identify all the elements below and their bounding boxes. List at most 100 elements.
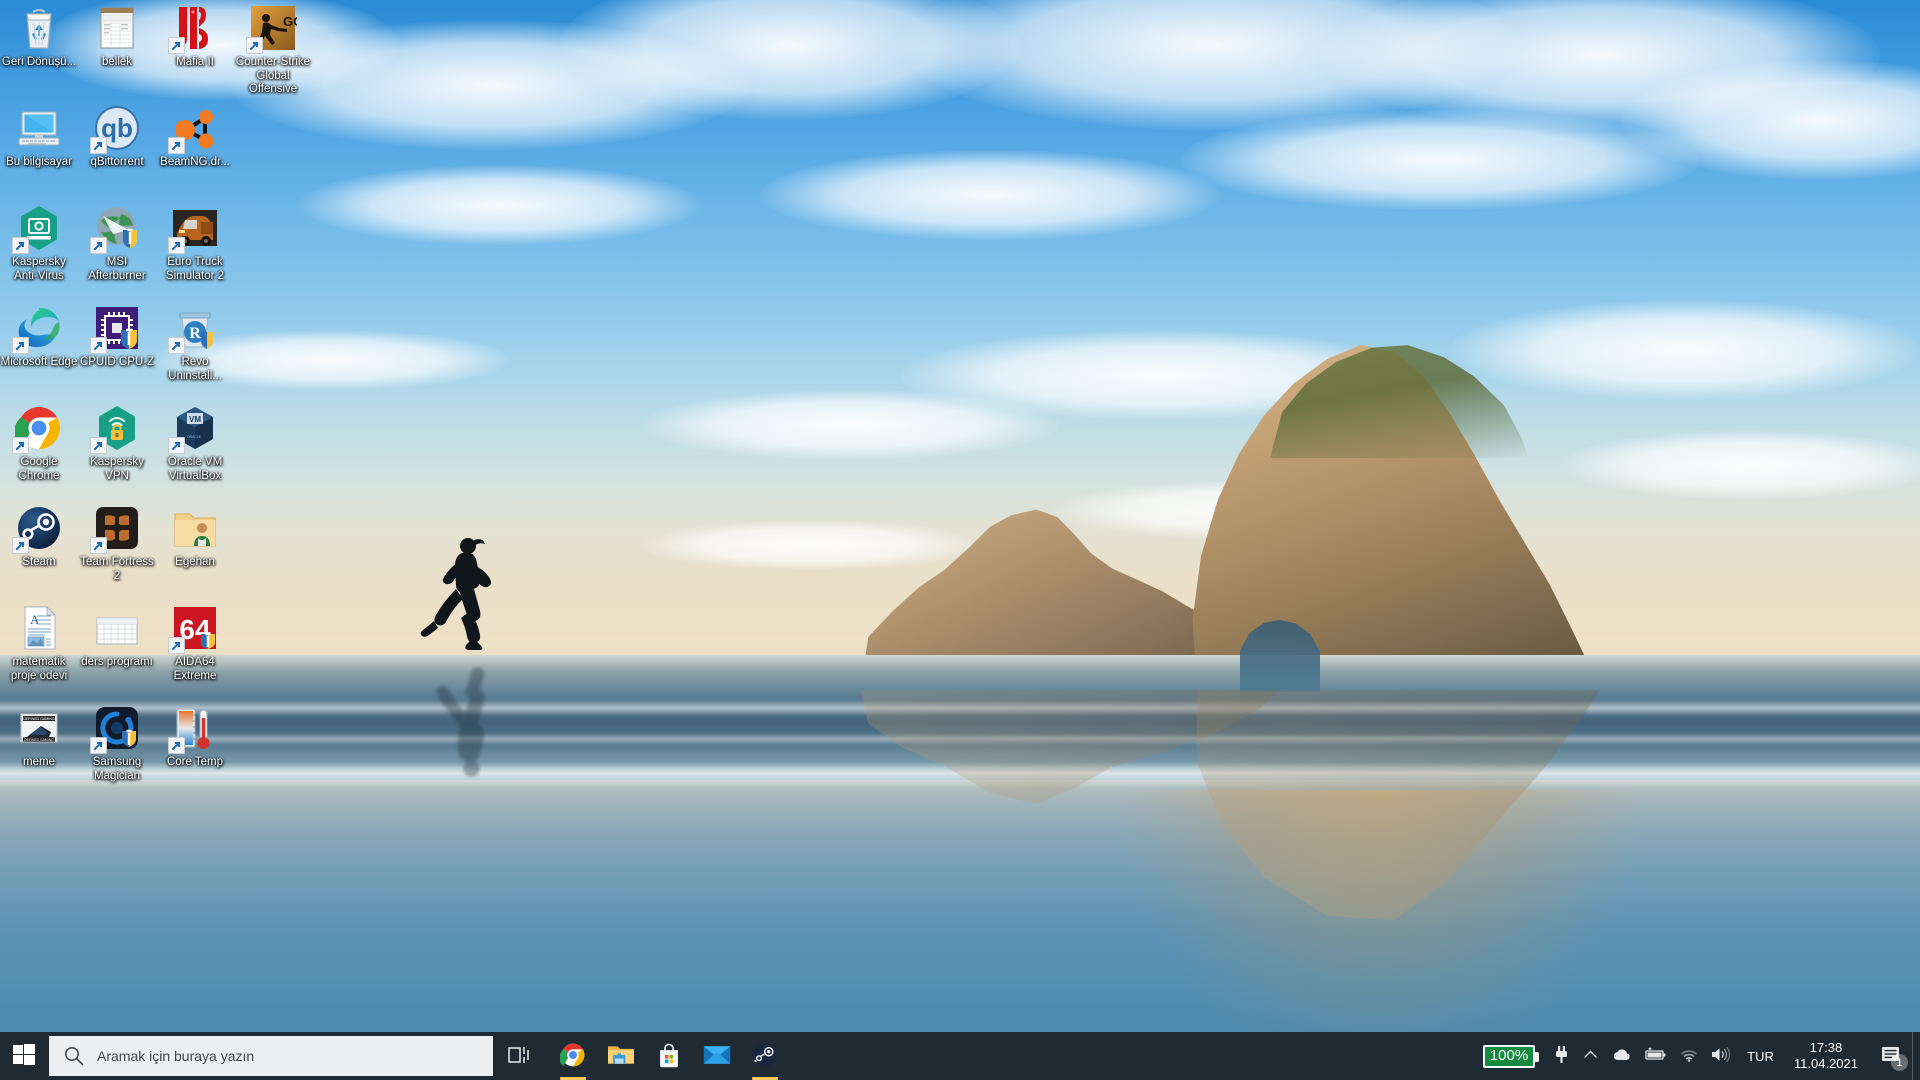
desktop-icon-label: Steam [22, 556, 56, 568]
core-temp-icon [168, 704, 219, 754]
task-view-button[interactable] [493, 1032, 545, 1080]
desktop-icon-aida64[interactable]: 64 AIDA64 Extreme [156, 604, 234, 683]
desktop-icon-ders-programi[interactable]: ders programı [78, 604, 156, 670]
desktop-icon-kaspersky-antivirus[interactable]: Kaspersky Anti-Virus [0, 204, 78, 283]
desktop-icon-label: Oracle VM VirtualBox [167, 456, 223, 482]
start-button[interactable] [0, 1032, 48, 1080]
desktop-icon-csgo[interactable]: GO Counter-Strike Global Offensive [234, 4, 312, 97]
beamng-drive-icon [168, 104, 219, 154]
desktop-icon-label: Egehan [175, 556, 215, 568]
taskbar-button-mail[interactable] [693, 1032, 741, 1080]
clock-date: 11.04.2021 [1793, 1056, 1858, 1071]
search-icon [63, 1045, 85, 1067]
desktop-icon-label: bellek [101, 56, 133, 68]
battery-percent-badge[interactable]: 100% [1477, 1032, 1547, 1080]
desktop-icon-team-fortress-2[interactable]: Team Fortress 2 [78, 504, 156, 583]
taskbar-button-file-explorer[interactable] [597, 1032, 645, 1080]
shortcut-overlay-icon [12, 437, 29, 454]
desktop-icon-egehan-folder[interactable]: Egehan [156, 504, 234, 570]
desktop-icon-msi-afterburner[interactable]: MSI Afterburner [78, 204, 156, 283]
tray-icon-wifi[interactable] [1673, 1032, 1704, 1080]
desktop-icon-matematik-proje-odevi[interactable]: A matematik proje ödevi [0, 604, 78, 683]
desktop-icon-virtualbox[interactable]: VM ORACLE Oracle VM VirtualBox [156, 404, 234, 483]
tray-icon-power-plug[interactable] [1547, 1032, 1576, 1080]
desktop-icon-meme[interactable]: DEFINED GAMING DEFINED GAMING meme [0, 704, 78, 770]
language-indicator[interactable]: TUR [1737, 1032, 1784, 1080]
taskbar[interactable]: Aramak için buraya yazın 100% TUR 17:38 … [0, 1032, 1920, 1080]
aida64-extreme-icon: 64 [168, 604, 219, 654]
desktop-icon-label: Samsung Magician [92, 756, 142, 782]
desktop-icon-samsung-magician[interactable]: Samsung Magician [78, 704, 156, 783]
show-desktop-button[interactable] [1912, 1032, 1920, 1080]
windows-logo-icon [13, 1043, 35, 1069]
svg-text:ORACLE: ORACLE [187, 435, 202, 439]
desktop-icon-beamng[interactable]: BeamNG.dr... [156, 104, 234, 170]
desktop-surface[interactable]: Geri Dönüşü... bellek Mafia II G Counter… [0, 0, 1920, 1080]
qbittorrent-icon: qb [90, 104, 141, 154]
desktop-icon-ets2[interactable]: Euro Truck Simulator 2 [156, 204, 234, 283]
shortcut-overlay-icon [168, 137, 185, 154]
desktop-icon-mafia-2[interactable]: Mafia II [156, 4, 234, 70]
spreadsheet-document-icon [93, 4, 141, 52]
table-document-icon [93, 604, 141, 652]
taskbar-button-microsoft-store[interactable] [645, 1032, 693, 1080]
volume-icon [1710, 1046, 1731, 1066]
desktop-icon-qbittorrent[interactable]: qb qBittorrent [78, 104, 156, 170]
chevron-up-icon [1582, 1046, 1599, 1066]
microsoft-edge-icon [12, 304, 63, 354]
desktop-icon-grid[interactable]: Geri Dönüşü... bellek Mafia II G Counter… [0, 0, 310, 1010]
taskbar-button-google-chrome[interactable] [549, 1032, 597, 1080]
desktop-icon-label: Revo Uninstall... [168, 356, 222, 382]
shortcut-overlay-icon [246, 37, 263, 54]
reflection-runner [436, 667, 485, 777]
language-label: TUR [1747, 1048, 1774, 1064]
svg-text:R: R [189, 325, 201, 342]
shortcut-overlay-icon [90, 237, 107, 254]
desktop-icon-bellek[interactable]: bellek [78, 4, 156, 70]
virtualbox-icon: VM ORACLE [168, 404, 219, 454]
desktop-icon-recycle-bin[interactable]: Geri Dönüşü... [0, 4, 78, 70]
desktop-icon-label: meme [23, 756, 55, 768]
shortcut-overlay-icon [168, 237, 185, 254]
search-placeholder: Aramak için buraya yazın [97, 1048, 255, 1064]
search-input[interactable]: Aramak için buraya yazın [49, 1036, 493, 1076]
tray-icon-volume[interactable] [1704, 1032, 1737, 1080]
steam-icon [12, 504, 63, 554]
word-document-icon: A [15, 604, 63, 652]
shortcut-overlay-icon [168, 337, 185, 354]
desktop-icon-google-chrome[interactable]: Google Chrome [0, 404, 78, 483]
this-pc-icon [15, 104, 63, 152]
euro-truck-simulator-2-icon [168, 204, 219, 254]
clock[interactable]: 17:38 11.04.2021 [1784, 1032, 1868, 1080]
desktop-icon-cpu-z[interactable]: CPUID CPU-Z [78, 304, 156, 370]
desktop-icon-steam[interactable]: Steam [0, 504, 78, 570]
counter-strike-go-icon: GO [246, 4, 303, 54]
shortcut-overlay-icon [90, 437, 107, 454]
power-plug-icon [1553, 1045, 1570, 1067]
shortcut-overlay-icon [90, 737, 107, 754]
runner-silhouette [420, 538, 491, 650]
desktop-icon-label: Microsoft Edge [0, 356, 78, 368]
reflection-sunlight [1120, 790, 1640, 1070]
show-hidden-icons-button[interactable] [1576, 1032, 1605, 1080]
mafia-2-icon [168, 4, 219, 54]
notification-center-button[interactable]: 1 [1868, 1032, 1912, 1080]
desktop-icon-label: Counter-Strike Global Offensive [235, 56, 311, 95]
desktop-icon-this-pc[interactable]: Bu bilgisayar [0, 104, 78, 170]
desktop-icon-revo-uninstaller[interactable]: R Revo Uninstall... [156, 304, 234, 383]
desktop-icon-label: Geri Dönüşü... [1, 56, 77, 68]
tray-icon-battery[interactable] [1639, 1032, 1673, 1080]
desktop-icon-kaspersky-vpn[interactable]: Kaspersky VPN [78, 404, 156, 483]
battery-icon [1645, 1046, 1667, 1066]
system-tray[interactable]: 100% TUR 17:38 11.04.2021 1 [1477, 1032, 1920, 1080]
taskbar-button-steam[interactable] [741, 1032, 789, 1080]
desktop-icon-label: qBittorrent [90, 156, 144, 168]
shortcut-overlay-icon [12, 537, 29, 554]
desktop-icon-label: Google Chrome [18, 456, 60, 482]
desktop-icon-microsoft-edge[interactable]: Microsoft Edge [0, 304, 78, 370]
msi-afterburner-icon [90, 204, 141, 254]
desktop-icon-label: BeamNG.dr... [160, 156, 230, 168]
desktop-icon-label: MSI Afterburner [88, 256, 146, 282]
tray-icon-onedrive[interactable] [1605, 1032, 1639, 1080]
desktop-icon-core-temp[interactable]: Core Temp [156, 704, 234, 770]
